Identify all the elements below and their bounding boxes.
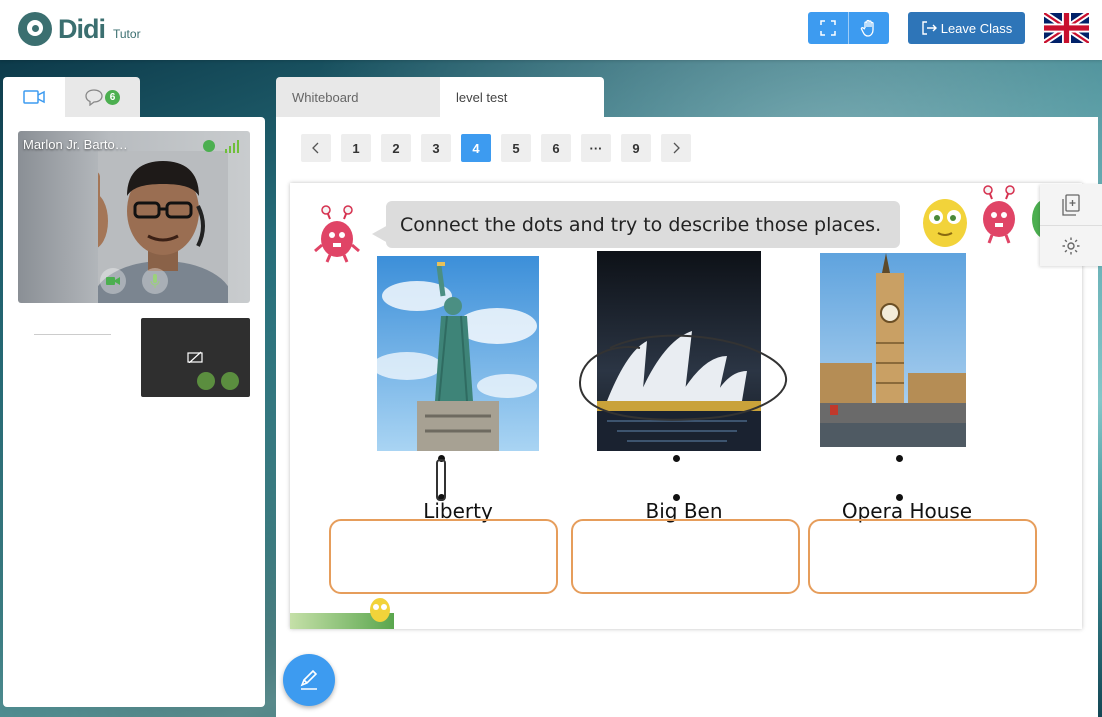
self-video-tile[interactable] xyxy=(141,318,250,397)
chevron-right-icon xyxy=(673,142,680,154)
add-page-icon xyxy=(1062,193,1080,216)
exit-icon xyxy=(922,21,937,35)
page-3-button[interactable]: 3 xyxy=(421,134,451,162)
page-6-button[interactable]: 6 xyxy=(541,134,571,162)
pen-icon xyxy=(300,669,318,690)
leave-class-button[interactable]: Leave Class xyxy=(908,12,1025,44)
tab-level-test[interactable]: level test xyxy=(440,77,604,117)
pen-annotation xyxy=(578,334,787,421)
camera-off-icon xyxy=(187,351,203,363)
chat-icon xyxy=(84,89,103,106)
raise-hand-icon xyxy=(860,19,874,37)
top-bar: Didi Tutor Leave Class xyxy=(0,0,1102,60)
self-mic-indicator[interactable] xyxy=(221,372,239,390)
settings-button[interactable] xyxy=(1040,225,1102,266)
page-1-button[interactable]: 1 xyxy=(341,134,371,162)
signal-strength-icon xyxy=(225,140,239,153)
participants-panel: Marlon Jr. Barto… xyxy=(3,117,265,707)
page-navigator: 1 2 3 4 5 6 ··· 9 xyxy=(301,134,691,162)
camera-icon xyxy=(106,277,120,285)
tab-chat[interactable]: 6 xyxy=(65,77,140,117)
next-page-button[interactable] xyxy=(661,134,691,162)
add-page-button[interactable] xyxy=(1040,184,1102,225)
gear-icon xyxy=(1062,237,1080,255)
self-camera-indicator[interactable] xyxy=(197,372,215,390)
mic-level-indicator xyxy=(203,140,215,152)
uk-flag-icon[interactable] xyxy=(1044,13,1089,43)
didi-tutor-logo: Didi Tutor xyxy=(18,12,141,46)
fullscreen-icon xyxy=(820,20,836,36)
video-camera-icon xyxy=(23,90,45,104)
connect-dot[interactable] xyxy=(673,455,680,462)
logo-subtitle: Tutor xyxy=(113,27,141,41)
big-ben-photo xyxy=(820,253,966,447)
raise-hand-button[interactable] xyxy=(848,12,888,44)
logo-text: Didi xyxy=(58,13,106,44)
answer-box-3[interactable] xyxy=(808,519,1037,594)
content-tabs: Whiteboard level test xyxy=(276,77,604,117)
pink-monster-mascot-right xyxy=(983,185,1015,244)
answer-box-2[interactable] xyxy=(571,519,800,594)
prev-page-button[interactable] xyxy=(301,134,331,162)
drawn-line-mark xyxy=(436,459,446,501)
logo-mascot-icon xyxy=(18,12,52,46)
progress-mascot-icon xyxy=(370,598,390,622)
leave-class-label: Leave Class xyxy=(940,20,1013,36)
participant-video[interactable]: Marlon Jr. Barto… xyxy=(18,131,250,303)
tab-video[interactable] xyxy=(3,77,65,117)
statue-of-liberty-photo xyxy=(377,256,539,451)
page-4-button[interactable]: 4 xyxy=(461,134,491,162)
page-9-button[interactable]: 9 xyxy=(621,134,651,162)
yellow-monster-mascot xyxy=(923,199,967,247)
microphone-icon xyxy=(150,274,160,288)
whiteboard-side-tools xyxy=(1040,184,1102,266)
participant-name: Marlon Jr. Barto… xyxy=(23,137,128,152)
connect-dot[interactable] xyxy=(896,455,903,462)
mic-toggle-button[interactable] xyxy=(142,268,168,294)
pink-monster-mascot xyxy=(314,205,360,263)
fullscreen-button[interactable] xyxy=(808,12,848,44)
view-controls xyxy=(808,12,889,44)
page-ellipsis[interactable]: ··· xyxy=(581,134,611,162)
page-5-button[interactable]: 5 xyxy=(501,134,531,162)
left-tabs: 6 xyxy=(3,77,140,117)
camera-toggle-button[interactable] xyxy=(100,268,126,294)
page-2-button[interactable]: 2 xyxy=(381,134,411,162)
answer-box-1[interactable] xyxy=(329,519,558,594)
chat-unread-badge: 6 xyxy=(105,90,120,105)
chevron-left-icon xyxy=(312,142,319,154)
empty-slot-divider xyxy=(34,334,111,335)
tab-whiteboard[interactable]: Whiteboard xyxy=(276,77,440,117)
whiteboard-slide[interactable]: Connect the dots and try to describe tho… xyxy=(290,183,1082,629)
pen-tool-button[interactable] xyxy=(283,654,335,706)
instruction-bubble: Connect the dots and try to describe tho… xyxy=(372,201,900,248)
lesson-panel: 1 2 3 4 5 6 ··· 9 Connect the dots and t… xyxy=(276,117,1098,717)
